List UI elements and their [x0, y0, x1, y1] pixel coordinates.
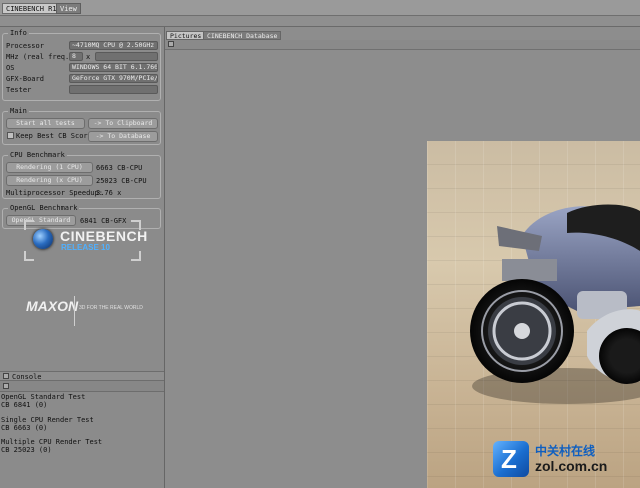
zol-watermark: Z 中关村在线 zol.com.cn — [493, 439, 633, 479]
tab-view[interactable]: View — [56, 3, 81, 14]
console-line: CB 6663 (0) — [1, 424, 48, 432]
cinebench-logo-text: CINEBENCH — [60, 228, 148, 244]
opengl-benchmark-title: OpenGL Benchmark — [8, 204, 80, 212]
menubar: CINEBENCH R10 View — [0, 0, 640, 16]
zol-logo-icon: Z — [493, 441, 529, 477]
cpu-benchmark-group: CPU Benchmark Rendering (1 CPU) 6663 CB-… — [2, 151, 161, 199]
logo-bracket-bl — [24, 251, 34, 261]
zol-site-text: zol.com.cn — [535, 458, 608, 474]
cinebench-logo: CINEBENCH RELEASE 10 — [20, 218, 148, 263]
tab-cinebench-database[interactable]: CINEBENCH Database — [203, 31, 282, 40]
console-collapse-icon[interactable] — [3, 373, 9, 379]
pictures-tabs: Pictures CINEBENCH Database — [165, 29, 640, 40]
speedup-value: 3.76 x — [96, 189, 122, 197]
logo-bracket-br — [131, 251, 141, 261]
to-clipboard-button[interactable]: -> To Clipboard — [88, 118, 158, 129]
console-title: Console — [12, 373, 42, 381]
console-output: OpenGL Standard Test CB 6841 (0) Single … — [0, 392, 164, 488]
cinebench-release-text: RELEASE 10 — [61, 243, 110, 252]
main-group: Main Start all tests -> To Clipboard Kee… — [2, 107, 161, 145]
pictures-panel: Pictures CINEBENCH Database — [165, 27, 640, 488]
gfx-field[interactable]: GeForce GTX 970M/PCIe/ — [69, 74, 158, 83]
mhz-label: MHz (real freq.) — [6, 53, 74, 61]
logo-bracket-tl — [24, 220, 34, 230]
render-xcpu-button[interactable]: Rendering (x CPU) — [6, 175, 93, 186]
tab-pictures[interactable]: Pictures — [166, 31, 206, 40]
zol-cn-text: 中关村在线 — [535, 444, 596, 458]
os-label: OS — [6, 64, 15, 72]
mhz-field[interactable]: 8 — [69, 52, 83, 61]
console-line: Multiple CPU Render Test — [1, 438, 103, 446]
keep-best-label: Keep Best CB Score — [16, 132, 92, 140]
keep-best-checkbox[interactable] — [7, 132, 14, 139]
maxon-tagline: 3D FOR THE REAL WORLD — [79, 305, 143, 311]
processor-field[interactable]: ~4710MQ CPU @ 2.50GHz — [69, 41, 158, 50]
render-xcpu-result: 25023 CB-CPU — [96, 177, 147, 185]
cinebench-sphere-icon — [33, 229, 53, 249]
tester-label: Tester — [6, 86, 32, 94]
pictures-menu-icon[interactable] — [168, 41, 174, 47]
gfx-label: GFX-Board — [6, 75, 44, 83]
zol-logo-letter: Z — [501, 444, 517, 474]
speedup-label: Multiprocessor Speedup: — [6, 189, 103, 197]
mhz-x-label: x — [86, 53, 91, 61]
console-line: CB 25023 (0) — [1, 446, 52, 454]
cpu-benchmark-title: CPU Benchmark — [8, 151, 67, 159]
console-line: OpenGL Standard Test — [1, 393, 86, 401]
info-title: Info — [8, 29, 29, 37]
info-group: Info Processor ~4710MQ CPU @ 2.50GHz MHz… — [2, 29, 161, 101]
pictures-toolbar — [165, 40, 640, 50]
maxon-separator — [74, 296, 75, 326]
os-field[interactable]: WINDOWS 64 BIT 6.1.760 — [69, 63, 158, 72]
console-line: Single CPU Render Test — [1, 416, 94, 424]
render-1cpu-result: 6663 CB-CPU — [96, 164, 143, 172]
to-database-button[interactable]: -> To Database — [88, 131, 158, 142]
maxon-logo: MAXON — [26, 298, 79, 314]
motorcycle-render — [470, 204, 640, 404]
console-subbar — [0, 381, 164, 392]
console-header: Console — [0, 371, 164, 381]
tester-field[interactable] — [69, 85, 158, 94]
mhz-multiplier-field[interactable] — [95, 52, 158, 61]
render-1cpu-button[interactable]: Rendering (1 CPU) — [6, 162, 93, 173]
main-toolbar — [0, 16, 640, 27]
start-all-tests-button[interactable]: Start all tests — [6, 118, 85, 129]
main-title: Main — [8, 107, 29, 115]
processor-label: Processor — [6, 42, 44, 50]
console-line: CB 6841 (0) — [1, 401, 48, 409]
console-menu-icon[interactable] — [3, 383, 9, 389]
render-output-image — [427, 141, 640, 488]
